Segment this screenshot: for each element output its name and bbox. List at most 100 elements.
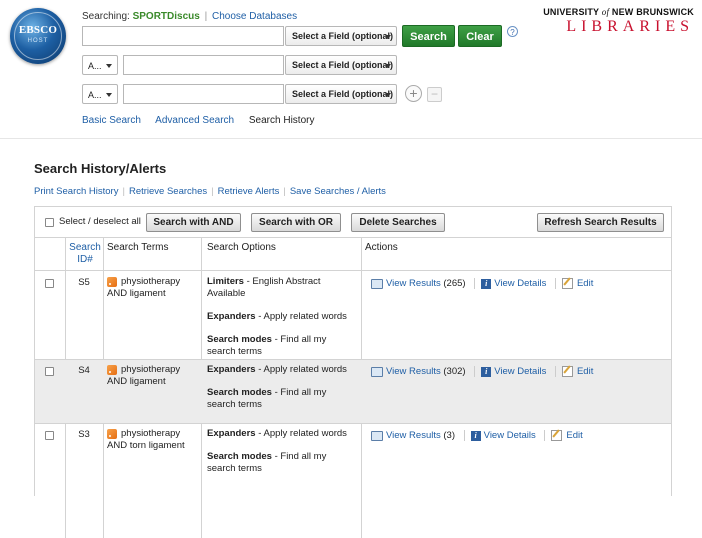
history-panel: Select / deselect all Search with AND Se…: [34, 206, 672, 538]
header: EBSCO HOST Searching: SPORTDiscus | Choo…: [0, 0, 702, 139]
edit-link[interactable]: Edit: [577, 278, 593, 289]
retrieve-searches-link[interactable]: Retrieve Searches: [129, 186, 207, 197]
rss-icon[interactable]: [107, 429, 117, 439]
edit-link[interactable]: Edit: [566, 430, 582, 441]
option-line: Search modes - Find all my search terms: [207, 334, 357, 358]
option-text: - Apply related words: [255, 428, 347, 439]
option-line: Search modes - Find all my search terms: [207, 387, 357, 411]
option-line: Expanders - Apply related words: [207, 428, 357, 440]
operator-label: A...: [88, 90, 102, 100]
option-label: Expanders: [207, 311, 256, 322]
option-text: - Apply related words: [255, 311, 347, 322]
row-checkbox[interactable]: [45, 367, 54, 376]
divider: |: [122, 186, 125, 197]
operator-select-2[interactable]: A...: [82, 55, 118, 75]
retrieve-alerts-link[interactable]: Retrieve Alerts: [218, 186, 280, 197]
field-select-label: Select a Field (optional): [292, 60, 394, 70]
result-count: (3): [443, 430, 456, 442]
unb-name: NEW BRUNSWICK: [611, 7, 694, 17]
info-icon: i: [470, 430, 481, 441]
search-terms-text: physiotherapy AND ligament: [107, 364, 181, 387]
delete-searches-button[interactable]: Delete Searches: [351, 213, 445, 232]
search-input-1[interactable]: [82, 26, 284, 46]
field-select-2[interactable]: Select a Field (optional): [285, 55, 397, 75]
divider: |: [283, 186, 286, 197]
search-input-2[interactable]: [123, 55, 284, 75]
option-label: Expanders: [207, 428, 256, 439]
row-actions: View Results (3) i View Details Edit: [371, 430, 583, 441]
rss-icon[interactable]: [107, 277, 117, 287]
search-terms: physiotherapy AND ligament: [107, 276, 197, 300]
help-icon[interactable]: ?: [507, 26, 518, 37]
print-search-history-link[interactable]: Print Search History: [34, 186, 118, 197]
ebsco-logo[interactable]: EBSCO HOST: [10, 8, 66, 64]
divider: [463, 430, 465, 441]
remove-row-icon[interactable]: −: [427, 87, 442, 102]
add-row-icon[interactable]: +: [405, 85, 422, 102]
divider: [554, 366, 556, 377]
field-select-3[interactable]: Select a Field (optional): [285, 84, 397, 104]
save-searches-alerts-link[interactable]: Save Searches / Alerts: [290, 186, 386, 197]
history-links: Print Search History | Retrieve Searches | R…: [34, 186, 386, 197]
row-checkbox[interactable]: [45, 279, 54, 288]
option-label: Search modes: [207, 387, 272, 398]
divider: [554, 278, 556, 289]
field-select-label: Select a Field (optional): [292, 89, 394, 99]
search-id: S5: [78, 277, 90, 288]
divider: [474, 278, 476, 289]
table-row: S3 physiotherapy AND torn ligament Expan…: [35, 423, 671, 503]
view-details-link[interactable]: View Details: [494, 366, 546, 377]
view-results-link[interactable]: View Results: [386, 430, 441, 441]
refresh-search-results-button[interactable]: Refresh Search Results: [537, 213, 664, 232]
row-checkbox[interactable]: [45, 431, 54, 440]
search-id: S3: [78, 429, 90, 440]
edit-link[interactable]: Edit: [577, 366, 593, 377]
search-with-and-button[interactable]: Search with AND: [146, 213, 241, 232]
chevron-down-icon: [385, 93, 391, 97]
option-label: Expanders: [207, 364, 256, 375]
divider: |: [204, 11, 208, 22]
option-text: - Apply related words: [255, 364, 347, 375]
option-line: Expanders - Apply related words: [207, 311, 357, 323]
search-button[interactable]: Search: [402, 25, 455, 47]
advanced-search-link[interactable]: Advanced Search: [155, 115, 234, 126]
search-history-link[interactable]: Search History: [249, 115, 315, 126]
edit-icon: [551, 430, 563, 441]
view-details-link[interactable]: View Details: [484, 430, 536, 441]
basic-search-link[interactable]: Basic Search: [82, 115, 141, 126]
select-all-checkbox[interactable]: [45, 218, 54, 227]
search-terms: physiotherapy AND ligament: [107, 364, 197, 388]
row-actions: View Results (265) i View Details Edit: [371, 278, 593, 289]
clear-button[interactable]: Clear: [458, 25, 502, 47]
view-results-icon: [371, 278, 383, 289]
result-count: (302): [443, 366, 466, 378]
search-options: Expanders - Apply related words Search m…: [207, 364, 357, 422]
search-terms-text: physiotherapy AND ligament: [107, 276, 181, 299]
info-icon: i: [481, 278, 492, 289]
option-label: Search modes: [207, 334, 272, 345]
unb-university-name: UNIVERSITY of NEW BRUNSWICK: [543, 7, 694, 17]
database-name: SPORTDiscus: [132, 11, 200, 22]
field-select-1[interactable]: Select a Field (optional): [285, 26, 397, 46]
operator-label: A...: [88, 61, 102, 71]
view-results-link[interactable]: View Results: [386, 366, 441, 377]
unb-libraries-logo[interactable]: UNIVERSITY of NEW BRUNSWICK LIBRARIES: [543, 7, 694, 36]
option-label: Search modes: [207, 451, 272, 462]
search-with-or-button[interactable]: Search with OR: [251, 213, 341, 232]
info-icon: i: [481, 366, 492, 377]
unb-of: of: [601, 7, 610, 17]
history-toolbar: Select / deselect all Search with AND Se…: [35, 207, 671, 238]
operator-select-3[interactable]: A...: [82, 84, 118, 104]
option-line: Limiters - English Abstract Available: [207, 276, 357, 300]
choose-databases-link[interactable]: Choose Databases: [212, 11, 297, 22]
view-results-link[interactable]: View Results: [386, 278, 441, 289]
option-line: Expanders - Apply related words: [207, 364, 357, 376]
view-results-icon: [371, 366, 383, 377]
view-details-link[interactable]: View Details: [494, 278, 546, 289]
chevron-down-icon: [385, 35, 391, 39]
rss-icon[interactable]: [107, 365, 117, 375]
unb-university: UNIVERSITY: [543, 7, 600, 17]
field-select-label: Select a Field (optional): [292, 31, 394, 41]
search-input-3[interactable]: [123, 84, 284, 104]
search-terms-text: physiotherapy AND torn ligament: [107, 428, 185, 451]
